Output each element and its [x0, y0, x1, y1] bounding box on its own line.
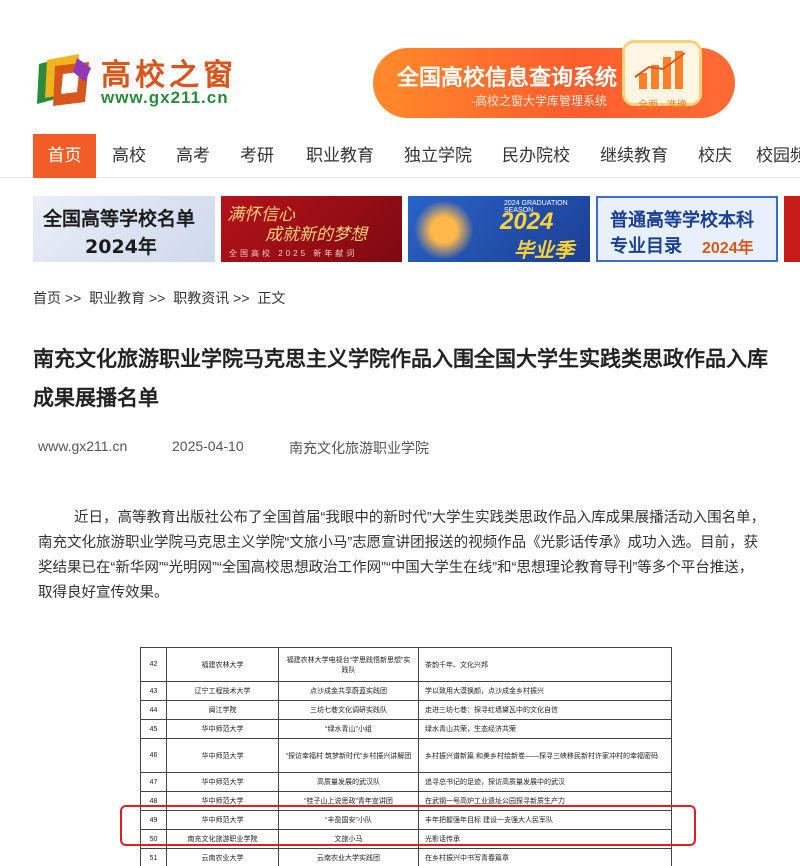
- promo-year: 2024: [500, 208, 554, 235]
- table-row: 44 闽江学院 三坊七巷文化调研实践队 走进三坊七巷：探寻红墙黛瓦中的文化自信: [140, 700, 672, 720]
- table-cell-team: 三坊七巷文化调研实践队: [278, 700, 419, 720]
- table-cell-no: 51: [140, 848, 167, 866]
- nav-item-gaokao[interactable]: 高考: [164, 134, 222, 178]
- table-cell-no: 42: [140, 647, 167, 682]
- promo-year: 2024年: [702, 240, 754, 257]
- table-cell-work: 追寻总书记的足迹，探访高质量发展中的武汉: [418, 772, 672, 792]
- logo-url: www.gx211.cn: [101, 88, 229, 107]
- breadcrumb-separator: >>: [149, 290, 166, 306]
- breadcrumb: 首页 >> 职业教育 >> 职教资讯 >> 正文: [33, 288, 289, 308]
- promo-year: 2024年: [85, 236, 157, 258]
- table-cell-school: 云南农业大学: [166, 848, 279, 866]
- promo-graduation[interactable]: 2024 GRADUATION SEASON 2024 毕业季: [408, 196, 590, 262]
- nav-item-private[interactable]: 民办院校: [494, 134, 578, 178]
- highlight-box: [120, 805, 696, 846]
- breadcrumb-separator: >>: [233, 290, 250, 306]
- promo-title: 毕业季: [514, 240, 574, 262]
- table-row: 46 华中师范大学 “探访幸福村 筑梦新时代”乡村振兴讲解团 乡村振兴谱新篇 和美乡村…: [140, 738, 672, 773]
- table-cell-school: 辽宁工程技术大学: [166, 681, 279, 701]
- table-cell-school: 福建农林大学: [166, 647, 279, 682]
- result-list-image: 42 福建农林大学 福建农林大学电视台“学思践悟新思想”实践队 茶韵千年、文化兴邦 43…: [120, 633, 700, 866]
- table-cell-school: 华中师范大学: [166, 738, 279, 773]
- promo-subtitle: 专业目录: [610, 236, 682, 257]
- table-cell-team: 福建农林大学电视台“学思践悟新思想”实践队: [278, 647, 419, 682]
- table-cell-team: 高质量发展的武汉队: [278, 772, 419, 792]
- table-row: 43 辽宁工程技术大学 点沙成金共享蔚蓝实践团 学以致用大漠换颜，点沙成金乡村振兴: [140, 681, 672, 701]
- site-logo[interactable]: 高校之窗 www.gx211.cn: [33, 48, 263, 114]
- promo-partial[interactable]: [784, 196, 800, 262]
- breadcrumb-current: 正文: [257, 290, 286, 306]
- table-cell-work: 乡村振兴谱新篇 和美乡村绘新卷——探寻三峡移民新村许家冲村的幸福密码: [418, 738, 672, 773]
- table-cell-team: “探访幸福村 筑梦新时代”乡村振兴讲解团: [278, 738, 419, 773]
- promo-subtitle: 成就新的梦想: [265, 225, 367, 245]
- table-cell-work: 茶韵千年、文化兴邦: [418, 647, 672, 682]
- site-header: 高校之窗 www.gx211.cn 全国高校信息查询系统 -高校之窗大学库管理系…: [0, 0, 800, 128]
- breadcrumb-news[interactable]: 职教资讯: [173, 290, 229, 306]
- banner-badge-label: 全面 · 准确: [638, 100, 687, 111]
- logo-mark-icon: [37, 54, 91, 106]
- table-cell-work: 走进三坊七巷：探寻红墙黛瓦中的文化自信: [418, 700, 672, 720]
- table-cell-work: 在乡村振兴中书写青春篇章: [418, 848, 672, 866]
- promo-major-catalog[interactable]: 普通高等学校本科 专业目录 2024年: [596, 196, 778, 262]
- sunburst-icon: [414, 200, 474, 260]
- table-cell-school: 华中师范大学: [166, 772, 279, 792]
- promo-title: 普通高等学校本科: [610, 210, 754, 231]
- table-cell-work: 绿水青山共荣，生态经济共荣: [418, 719, 672, 739]
- promo-new-year[interactable]: 满怀信心 成就新的梦想 全国高校 2025 新年献词: [221, 196, 402, 262]
- nav-item-vocational[interactable]: 职业教育: [298, 134, 382, 178]
- breadcrumb-vocational[interactable]: 职业教育: [89, 290, 145, 306]
- article-paragraph: 近日，高等教育出版社公布了全国首届“我眼中的新时代”大学生实践类思政作品入库成果…: [38, 510, 766, 601]
- banner-subtitle: -高校之窗大学库管理系统: [471, 94, 607, 108]
- table-cell-school: 闽江学院: [166, 700, 279, 720]
- nav-item-campus[interactable]: 校园频: [756, 134, 800, 178]
- table-cell-no: 46: [140, 738, 167, 773]
- table-cell-work: 学以致用大漠换颜，点沙成金乡村振兴: [418, 681, 672, 701]
- nav-item-continuing[interactable]: 继续教育: [592, 134, 676, 178]
- breadcrumb-home[interactable]: 首页: [33, 290, 61, 306]
- table-cell-school: 华中师范大学: [166, 719, 279, 739]
- breadcrumb-separator: >>: [64, 290, 82, 306]
- table-row: 47 华中师范大学 高质量发展的武汉队 追寻总书记的足迹，探访高质量发展中的武汉: [140, 772, 672, 792]
- nav-item-anniversary[interactable]: 校庆: [690, 134, 740, 178]
- table-cell-no: 43: [140, 681, 167, 701]
- promo-caption: 全国高校 2025 新年献词: [229, 249, 358, 258]
- article-author: 南充文化旅游职业学院: [289, 440, 429, 456]
- table-cell-no: 44: [140, 700, 167, 720]
- article-source: www.gx211.cn: [38, 438, 128, 454]
- nav-item-kaoyan[interactable]: 考研: [228, 134, 286, 178]
- table-cell-team: 点沙成金共享蔚蓝实践团: [278, 681, 419, 701]
- promo-college-list[interactable]: 全国高等学校名单 2024年: [33, 196, 215, 262]
- table-cell-team: 云南农业大学实践团: [278, 848, 419, 866]
- banner-title: 全国高校信息查询系统: [397, 66, 618, 91]
- table-row: 51 云南农业大学 云南农业大学实践团 在乡村振兴中书写青春篇章: [140, 848, 672, 866]
- nav-item-independent[interactable]: 独立学院: [396, 134, 480, 178]
- main-nav: 首页 高校 高考 考研 职业教育 独立学院 民办院校 继续教育 校庆 校园频: [0, 134, 800, 178]
- table-cell-team: “绿水青山”小组: [278, 719, 419, 739]
- table-row: 42 福建农林大学 福建农林大学电视台“学思践悟新思想”实践队 茶韵千年、文化兴邦: [140, 647, 672, 682]
- article-date: 2025-04-10: [172, 438, 244, 454]
- article-title: 南充文化旅游职业学院马克思主义学院作品入围全国大学生实践类思政作品入库成果展播名…: [33, 347, 768, 410]
- nav-item-home[interactable]: 首页: [33, 134, 96, 178]
- table-row: 45 华中师范大学 “绿水青山”小组 绿水青山共荣，生态经济共荣: [140, 719, 672, 739]
- promo-title: 全国高等学校名单: [43, 208, 196, 230]
- nav-item-colleges[interactable]: 高校: [100, 134, 158, 178]
- table-cell-no: 45: [140, 719, 167, 739]
- table-cell-no: 47: [140, 772, 167, 792]
